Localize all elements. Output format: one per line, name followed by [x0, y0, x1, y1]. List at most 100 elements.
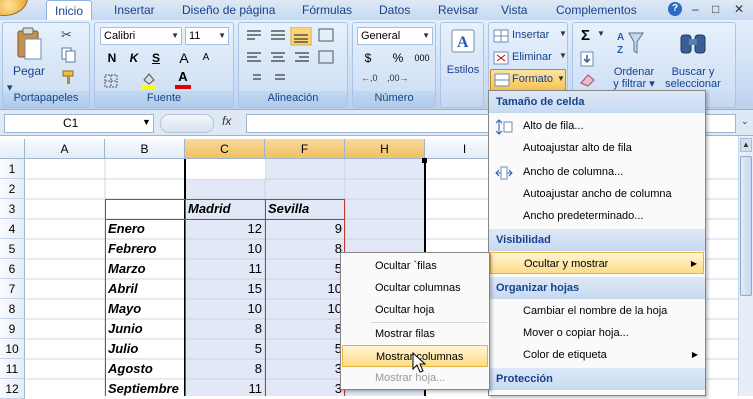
thousands-button[interactable]: 000: [411, 49, 433, 67]
table-cell-sevilla[interactable]: 3: [265, 379, 345, 399]
percent-button[interactable]: %: [387, 49, 409, 67]
column-header-a[interactable]: A: [25, 139, 105, 159]
table-cell-sevilla[interactable]: 8: [265, 319, 345, 339]
table-header-madrid[interactable]: Madrid: [185, 199, 265, 219]
bold-button[interactable]: N: [101, 49, 123, 67]
row-header[interactable]: 10: [0, 339, 25, 359]
menu-item-hide-columns[interactable]: Ocultar columnas: [342, 277, 488, 299]
copy-icon[interactable]: [61, 47, 77, 63]
row-header[interactable]: 3: [0, 199, 25, 219]
table-cell-month[interactable]: Abril: [105, 279, 185, 299]
menu-item-tab-color[interactable]: Color de etiqueta ▶: [490, 344, 704, 366]
row-header[interactable]: 6: [0, 259, 25, 279]
table-cell-madrid[interactable]: 8: [185, 359, 265, 379]
menu-item-hide-show[interactable]: Ocultar y mostrar ▶: [490, 252, 704, 274]
menu-item-move-copy-sheet[interactable]: Mover o copiar hoja...: [490, 322, 704, 344]
chevron-down-icon[interactable]: ▼: [142, 117, 151, 127]
table-cell-sevilla[interactable]: 5: [265, 339, 345, 359]
row-header[interactable]: 1: [0, 159, 25, 179]
increase-decimal-icon[interactable]: ←,0: [361, 73, 378, 83]
column-header-b[interactable]: B: [105, 139, 185, 159]
minimize-icon[interactable]: –: [692, 2, 699, 16]
paste-button[interactable]: Pegar: [7, 63, 51, 79]
table-cell-sevilla[interactable]: 10: [265, 279, 345, 299]
tab-insertar[interactable]: Insertar: [114, 0, 155, 20]
expand-formula-bar-icon[interactable]: ⌄: [741, 116, 749, 127]
table-cell-month[interactable]: Junio: [105, 319, 185, 339]
fill-color-icon[interactable]: [141, 71, 157, 89]
row-header[interactable]: 8: [0, 299, 25, 319]
font-name-combo[interactable]: Calibri ▼: [100, 27, 182, 45]
active-cell-c1[interactable]: [185, 159, 265, 179]
chevron-down-icon[interactable]: ▼: [559, 51, 567, 60]
format-painter-icon[interactable]: [61, 69, 77, 85]
table-cell-month[interactable]: Enero: [105, 219, 185, 239]
tab-formulas[interactable]: Fórmulas: [302, 0, 352, 20]
tab-inicio[interactable]: Inicio: [46, 0, 93, 20]
borders-icon[interactable]: [103, 73, 125, 89]
table-cell-sevilla[interactable]: 9: [265, 219, 345, 239]
styles-button[interactable]: Estilos: [441, 63, 485, 77]
fill-handle[interactable]: [422, 158, 427, 163]
menu-item-hide-sheet[interactable]: Ocultar hoja: [342, 299, 488, 321]
column-header-h[interactable]: H: [345, 139, 425, 159]
shrink-font-button[interactable]: A: [195, 49, 217, 67]
name-box[interactable]: C1: [4, 114, 154, 133]
menu-item-hide-rows[interactable]: Ocultar `filas: [342, 255, 488, 277]
row-header[interactable]: 7: [0, 279, 25, 299]
menu-item-autofit-column[interactable]: Autoajustar ancho de columna: [490, 183, 704, 205]
vertical-scrollbar[interactable]: ▲: [738, 136, 753, 396]
table-cell-madrid[interactable]: 11: [185, 379, 265, 399]
chevron-down-icon[interactable]: ▼: [559, 29, 567, 38]
column-header-c[interactable]: C: [185, 139, 265, 159]
restore-icon[interactable]: □: [712, 2, 719, 16]
menu-item-column-width[interactable]: Ancho de columna...: [490, 161, 704, 183]
table-cell-month[interactable]: Febrero: [105, 239, 185, 259]
table-cell-month[interactable]: Julio: [105, 339, 185, 359]
sort-filter-button[interactable]: Ordenar y filtrar ▾: [609, 65, 659, 91]
table-cell-madrid[interactable]: 8: [185, 319, 265, 339]
styles-icon[interactable]: A: [451, 29, 475, 53]
table-cell-sevilla[interactable]: 10: [265, 299, 345, 319]
table-cell-madrid[interactable]: 10: [185, 299, 265, 319]
table-cell-month[interactable]: Mayo: [105, 299, 185, 319]
table-cell-madrid[interactable]: 11: [185, 259, 265, 279]
menu-item-row-height[interactable]: Alto de fila...: [490, 115, 704, 137]
menu-item-show-rows[interactable]: Mostrar filas: [342, 323, 488, 345]
help-icon[interactable]: ?: [668, 2, 682, 16]
table-cell-month[interactable]: Marzo: [105, 259, 185, 279]
chevron-down-icon[interactable]: ▼: [597, 29, 605, 38]
insert-function-button[interactable]: fx: [222, 114, 231, 128]
row-header[interactable]: 11: [0, 359, 25, 379]
delete-cells-button[interactable]: Eliminar: [511, 50, 553, 64]
font-size-combo[interactable]: 11 ▼: [185, 27, 229, 45]
row-header[interactable]: 5: [0, 239, 25, 259]
scroll-up-icon[interactable]: ▲: [740, 138, 752, 152]
formula-bar-slider[interactable]: [160, 114, 214, 133]
tab-vista[interactable]: Vista: [501, 0, 527, 20]
cut-icon[interactable]: ✂: [61, 27, 77, 43]
insert-cells-button[interactable]: Insertar: [511, 28, 550, 42]
tab-revisar[interactable]: Revisar: [438, 0, 479, 20]
scroll-thumb[interactable]: [740, 156, 752, 296]
table-cell-sevilla[interactable]: 5: [265, 259, 345, 279]
table-cell-madrid[interactable]: 5: [185, 339, 265, 359]
row-header[interactable]: 12: [0, 379, 25, 399]
menu-item-default-width[interactable]: Ancho predeterminado...: [490, 205, 704, 227]
fill-icon[interactable]: [579, 51, 595, 67]
autosum-button[interactable]: Σ: [581, 27, 590, 44]
row-header[interactable]: 4: [0, 219, 25, 239]
row-header[interactable]: 2: [0, 179, 25, 199]
row-header[interactable]: 9: [0, 319, 25, 339]
close-icon[interactable]: ✕: [734, 2, 744, 16]
table-cell-madrid[interactable]: 12: [185, 219, 265, 239]
italic-button[interactable]: K: [123, 49, 145, 67]
clear-icon[interactable]: [579, 73, 597, 87]
currency-button[interactable]: $: [357, 49, 379, 67]
table-cell-madrid[interactable]: 10: [185, 239, 265, 259]
column-header-f[interactable]: F: [265, 139, 345, 159]
underline-button[interactable]: S: [145, 49, 167, 67]
menu-item-rename-sheet[interactable]: Cambiar el nombre de la hoja: [490, 300, 704, 322]
table-header-sevilla[interactable]: Sevilla: [265, 199, 345, 219]
table-cell-sevilla[interactable]: 3: [265, 359, 345, 379]
